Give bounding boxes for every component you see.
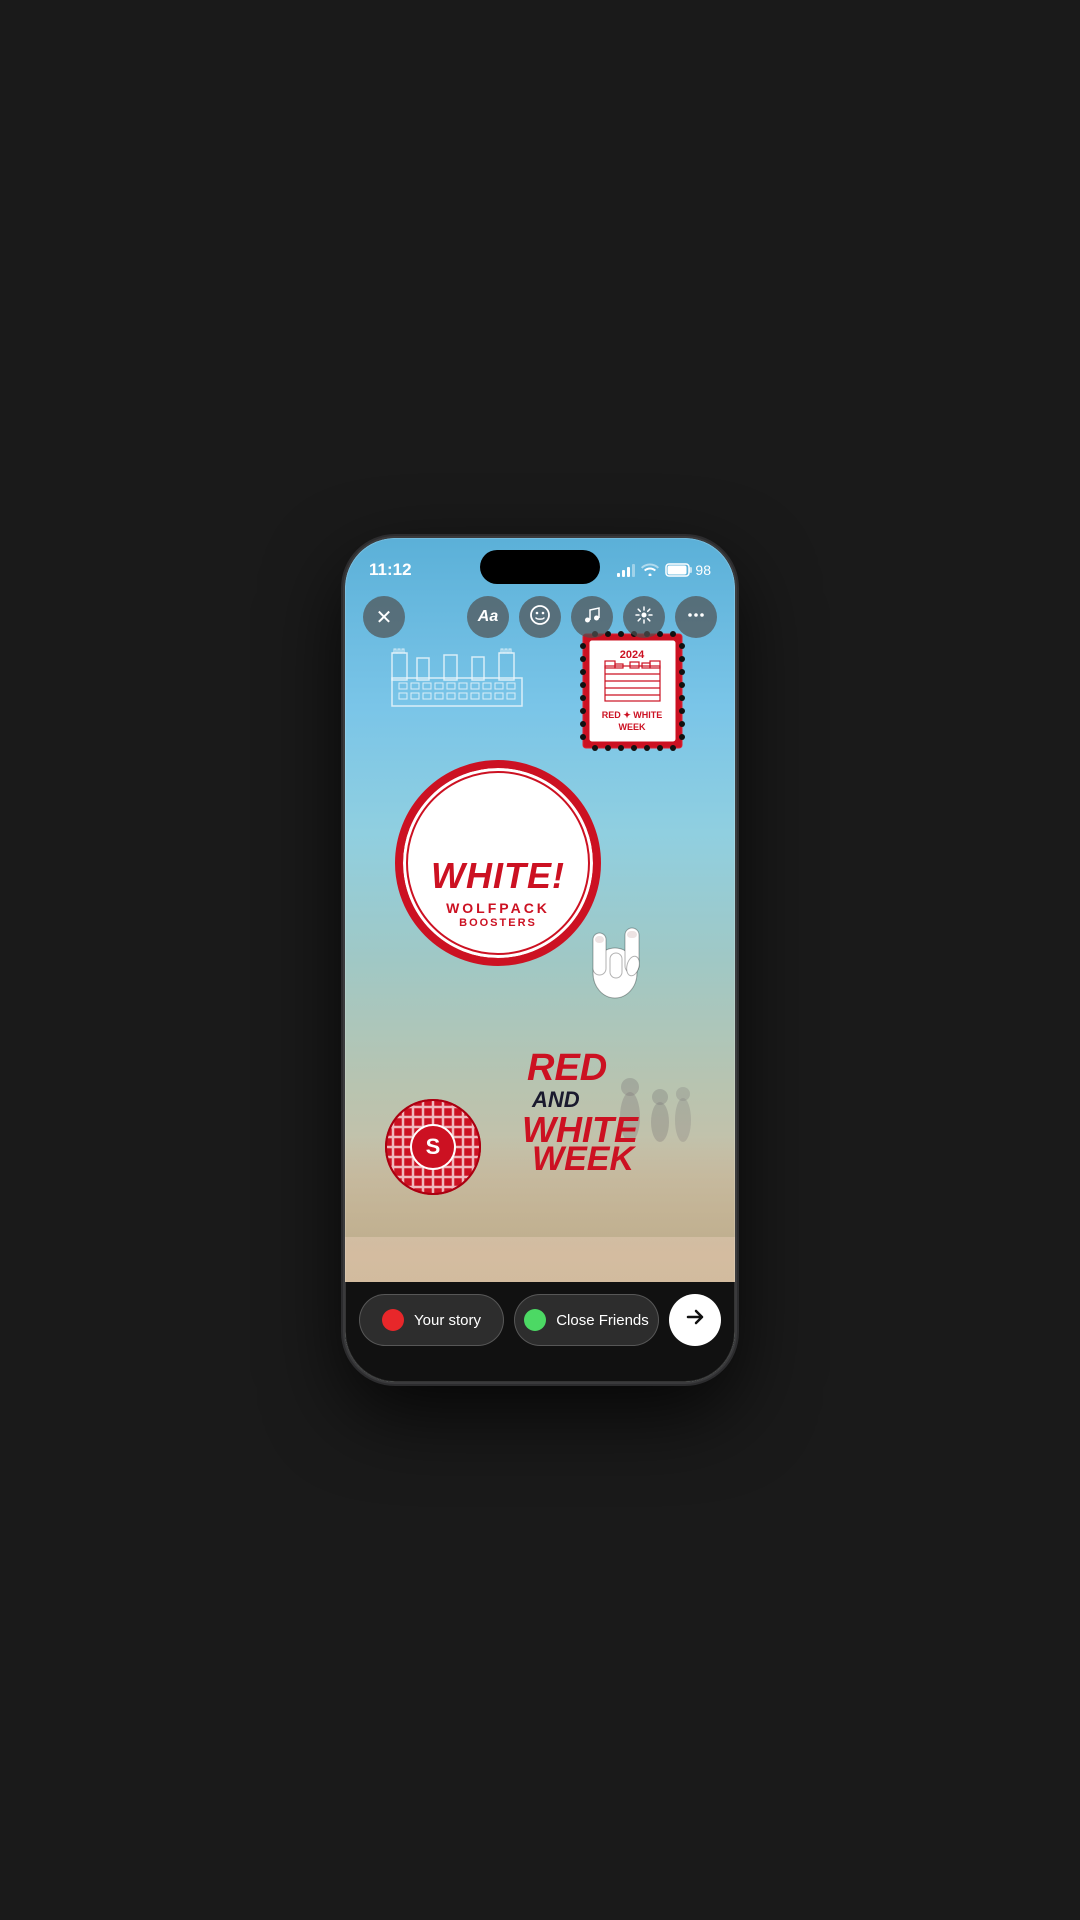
close-icon: ✕	[376, 605, 393, 630]
wifi-icon	[641, 562, 659, 579]
effects-button[interactable]	[623, 596, 665, 638]
status-time: 11:12	[369, 560, 412, 580]
your-story-dot	[382, 1309, 404, 1331]
hand-sticker[interactable]	[575, 908, 655, 1008]
svg-text:WEEK: WEEK	[619, 722, 647, 732]
stamp-sticker[interactable]: 2024 RED ✦ WHITE WEEK	[575, 626, 690, 761]
more-button[interactable]	[675, 596, 717, 638]
effects-icon	[634, 605, 654, 630]
text-tool-button[interactable]: Aa	[467, 596, 509, 638]
signal-icon	[617, 564, 635, 577]
red-white-week-text-sticker[interactable]: RED AND WHITE WEEK	[517, 1042, 697, 1177]
your-story-label: Your story	[414, 1312, 481, 1329]
next-arrow-icon	[684, 1306, 706, 1334]
next-button[interactable]	[669, 1294, 721, 1346]
sticker-button[interactable]	[519, 596, 561, 638]
close-friends-dot	[524, 1309, 546, 1331]
toolbar: ✕ Aa	[345, 596, 735, 638]
svg-text:RED: RED	[527, 1047, 607, 1089]
svg-text:BOOSTERS: BOOSTERS	[459, 917, 537, 929]
music-button[interactable]	[571, 596, 613, 638]
svg-text:2024: 2024	[620, 649, 645, 661]
status-icons: 98	[617, 562, 711, 579]
svg-text:RED ✦ WHITE: RED ✦ WHITE	[602, 710, 663, 720]
svg-text:RED!: RED!	[448, 810, 549, 852]
battery-label: 98	[695, 562, 711, 578]
close-friends-label: Close Friends	[556, 1312, 649, 1329]
svg-text:S: S	[426, 1134, 441, 1159]
close-friends-button[interactable]: Close Friends	[514, 1294, 659, 1346]
your-story-button[interactable]: Your story	[359, 1294, 504, 1346]
dynamic-island	[480, 550, 600, 584]
main-circle-sticker[interactable]: RED! WHITE! WOLFPACK BOOSTERS	[393, 758, 603, 968]
battery-icon: 98	[665, 562, 711, 578]
bottom-bar: Your story Close Friends	[345, 1282, 735, 1382]
toolbar-right: Aa	[467, 596, 717, 638]
phone-frame: 11:12	[345, 538, 735, 1382]
svg-text:WEEK: WEEK	[532, 1140, 636, 1172]
stadium-sticker[interactable]	[387, 643, 527, 718]
close-button[interactable]: ✕	[363, 596, 405, 638]
music-icon	[582, 605, 602, 630]
text-tool-label: Aa	[478, 608, 498, 626]
circle-logo-sticker[interactable]: S	[383, 1097, 483, 1197]
screen: 11:12	[345, 538, 735, 1382]
svg-text:WOLFPACK: WOLFPACK	[446, 900, 550, 916]
sticker-icon	[529, 604, 551, 631]
more-icon	[686, 605, 706, 630]
svg-text:WHITE!: WHITE!	[431, 855, 565, 896]
